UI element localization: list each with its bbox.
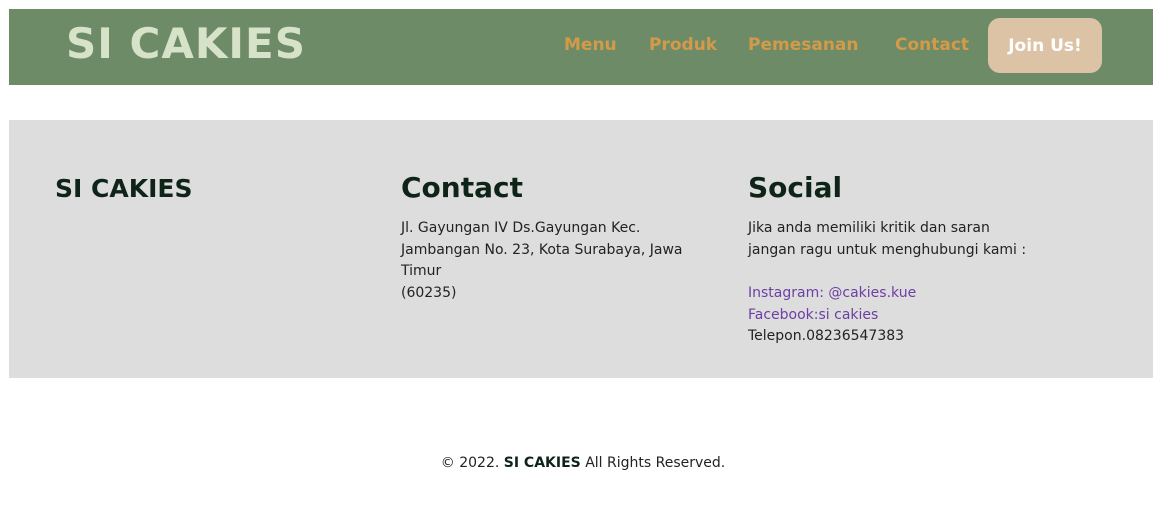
facebook-link[interactable]: Facebook:si cakies [748, 305, 916, 327]
top-navbar: SI CAKIES Menu Produk Pemesanan Contact … [9, 9, 1153, 85]
contact-heading: Contact [401, 171, 523, 204]
copyright-suffix: All Rights Reserved. [585, 455, 726, 471]
social-intro-line-1: Jika anda memiliki kritik dan saran [748, 220, 990, 236]
address-line-2: Jambangan No. 23, Kota Surabaya, Jawa [401, 241, 683, 258]
social-heading: Social [748, 171, 843, 204]
social-links: Instagram: @cakies.kue Facebook:si cakie… [748, 283, 916, 348]
copyright-notice: © 2022. SI CAKIES All Rights Reserved. [0, 455, 1153, 471]
social-intro-line-2: jangan ragu untuk menghubungi kami : [748, 241, 1027, 258]
social-intro: Jika anda memiliki kritik dan saran jang… [748, 218, 1026, 261]
nav-link-contact[interactable]: Contact [895, 35, 969, 55]
contact-address: Jl. Gayungan IV Ds.Gayungan Kec. Jambang… [401, 218, 683, 304]
site-logo[interactable]: SI CAKIES [66, 19, 306, 68]
copyright-brand: SI CAKIES [503, 455, 581, 471]
footer-info-section: SI CAKIES Contact Jl. Gayungan IV Ds.Gay… [9, 120, 1153, 378]
nav-link-produk[interactable]: Produk [649, 35, 717, 55]
address-line-3: Timur [401, 263, 442, 279]
phone-number: Telepon.08236547383 [748, 328, 905, 344]
instagram-link[interactable]: Instagram: @cakies.kue [748, 283, 916, 305]
footer-brand: SI CAKIES [55, 174, 193, 203]
join-us-button[interactable]: Join Us! [988, 18, 1102, 73]
nav-link-pemesanan[interactable]: Pemesanan [748, 35, 859, 55]
copyright-prefix: © 2022. [440, 455, 500, 471]
address-line-1: Jl. Gayungan IV Ds.Gayungan Kec. [401, 220, 641, 236]
nav-link-menu[interactable]: Menu [564, 35, 617, 55]
postal-code: (60235) [401, 284, 457, 301]
